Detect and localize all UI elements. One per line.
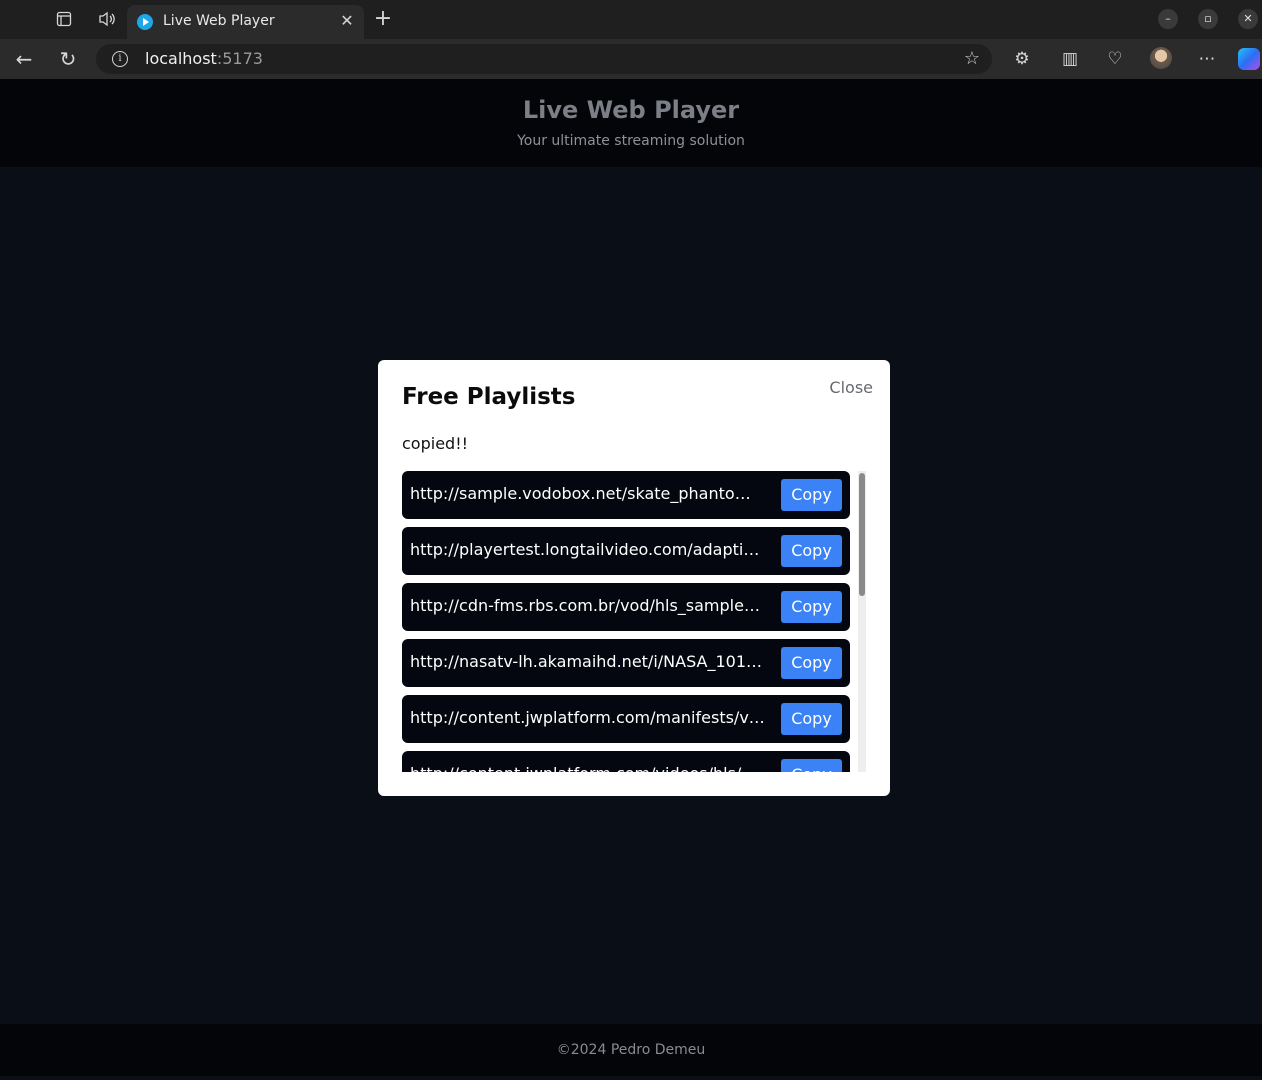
split-screen-icon[interactable]: ▥	[1059, 48, 1081, 70]
footer-copyright: ©2024 Pedro Demeu	[556, 1042, 706, 1058]
refresh-icon[interactable]: ↻	[57, 48, 79, 70]
copy-button[interactable]: Copy	[781, 535, 842, 567]
site-subtitle: Your ultimate streaming solution	[517, 133, 745, 149]
copy-button[interactable]: Copy	[781, 647, 842, 679]
tab-actions-icon[interactable]	[53, 8, 75, 30]
extensions-icon[interactable]: ⚙	[1011, 48, 1033, 70]
playlist-item: http://content.jwplatform.com/manifests/…	[402, 695, 850, 743]
site-title: Live Web Player	[522, 96, 740, 124]
playlist-item: http://nasatv-lh.akamaihd.net/i/NASA_101…	[402, 639, 850, 687]
browser-essentials-icon[interactable]: ♡	[1104, 48, 1126, 70]
playlist-list[interactable]: http://sample.vodobox.net/skate_phantom_…	[402, 471, 850, 772]
back-icon[interactable]: ←	[13, 48, 35, 70]
tab-title: Live Web Player	[163, 13, 275, 29]
browser-toolbar: ← ↻ i localhost:5173 ☆ ⚙ ▥ ♡ ⋯	[0, 39, 1262, 79]
playlist-url: http://content.jwplatform.com/manifests/…	[410, 708, 765, 727]
copy-status: copied!!	[402, 434, 469, 453]
play-icon	[137, 14, 153, 30]
more-menu-icon[interactable]: ⋯	[1196, 48, 1218, 70]
copy-button[interactable]: Copy	[781, 591, 842, 623]
playlist-url: http://cdn-fms.rbs.com.br/vod/hls_sample…	[410, 596, 765, 615]
close-button[interactable]: Close	[829, 378, 873, 397]
playlist-url: http://content.jwplatform.com/videos/hls…	[410, 764, 765, 772]
site-footer: ©2024 Pedro Demeu	[0, 1024, 1262, 1076]
close-tab-icon[interactable]: ✕	[338, 11, 356, 31]
playlist-item: http://sample.vodobox.net/skate_phantom_…	[402, 471, 850, 519]
address-text: localhost:5173	[145, 49, 263, 68]
playlist-url: http://nasatv-lh.akamaihd.net/i/NASA_101…	[410, 652, 765, 671]
copy-button[interactable]: Copy	[781, 479, 842, 511]
playlist-item: http://playertest.longtailvideo.com/adap…	[402, 527, 850, 575]
playlist-item: http://cdn-fms.rbs.com.br/vod/hls_sample…	[402, 583, 850, 631]
copy-button[interactable]: Copy	[781, 703, 842, 735]
minimize-icon[interactable]: –	[1158, 9, 1178, 29]
page: Live Web Player Your ultimate streaming …	[0, 79, 1262, 1080]
speaker-icon[interactable]	[96, 8, 118, 30]
favorite-star-icon[interactable]: ☆	[964, 48, 980, 69]
scrollbar-thumb[interactable]	[859, 473, 865, 596]
playlist-item: http://content.jwplatform.com/videos/hls…	[402, 751, 850, 772]
playlist-url: http://sample.vodobox.net/skate_phantom_…	[410, 484, 765, 503]
playlist-scrollbar[interactable]	[858, 471, 866, 772]
close-window-icon[interactable]: ✕	[1238, 9, 1258, 29]
site-header: Live Web Player Your ultimate streaming …	[0, 79, 1262, 167]
address-bar[interactable]: i localhost:5173 ☆	[96, 44, 992, 74]
copy-button[interactable]: Copy	[781, 759, 842, 772]
maximize-icon[interactable]: ▫	[1198, 9, 1218, 29]
playlist-url: http://playertest.longtailvideo.com/adap…	[410, 540, 765, 559]
profile-avatar[interactable]	[1150, 47, 1172, 69]
tab-live-web-player[interactable]: Live Web Player ✕	[127, 5, 364, 39]
new-tab-icon[interactable]: +	[372, 8, 394, 30]
copilot-icon[interactable]	[1238, 48, 1260, 70]
browser-tab-strip: Live Web Player ✕ + – ▫ ✕	[0, 0, 1262, 39]
modal-title: Free Playlists	[402, 384, 576, 410]
free-playlists-modal: Free Playlists Close copied!! http://sam…	[378, 360, 890, 796]
site-info-icon[interactable]: i	[112, 51, 128, 67]
